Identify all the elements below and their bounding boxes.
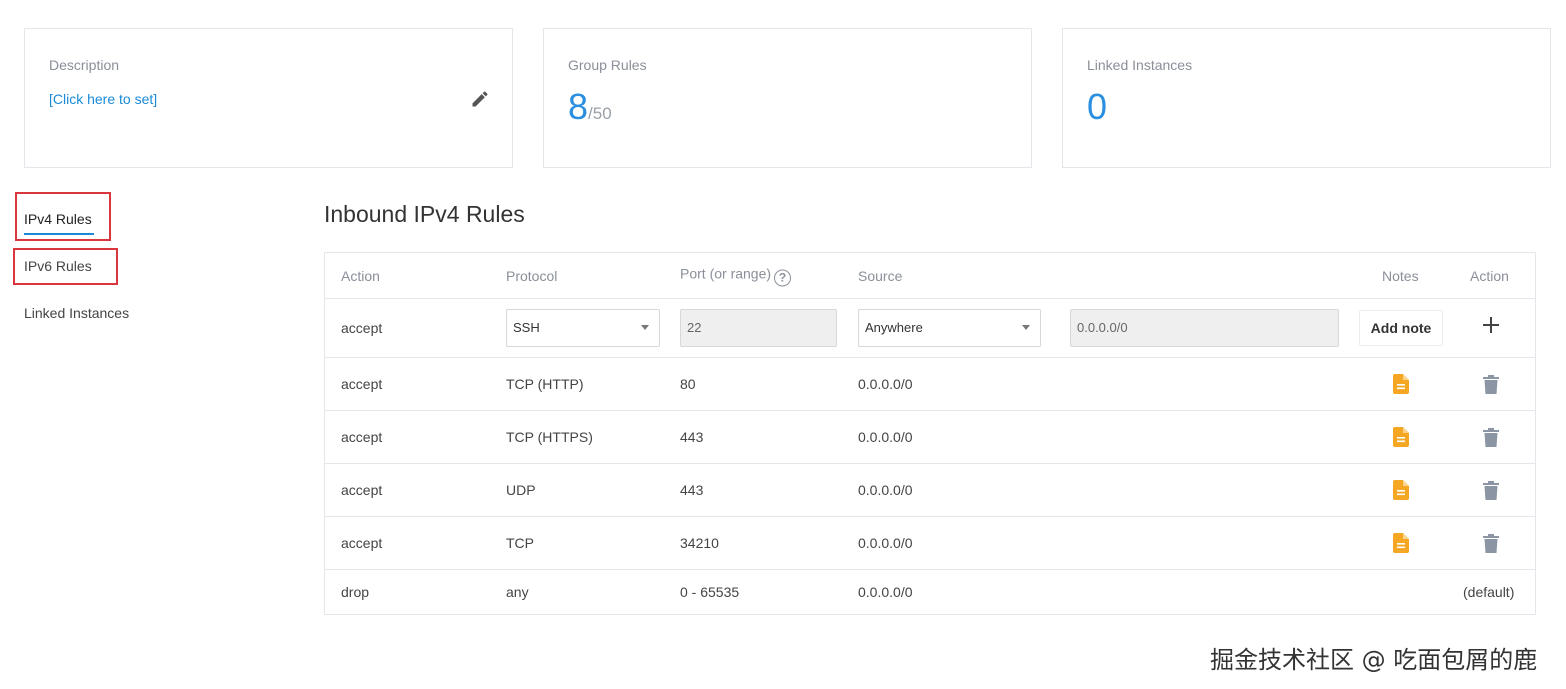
default-protocol: any	[506, 584, 529, 600]
table-header: Action Protocol Port (or range)? Source …	[325, 253, 1535, 299]
rules-table: Action Protocol Port (or range)? Source …	[324, 252, 1536, 615]
header-port-label: Port (or range)	[680, 265, 772, 281]
table-row: accept TCP (HTTP) 80 0.0.0.0/0	[325, 358, 1535, 411]
row-source: 0.0.0.0/0	[858, 482, 913, 498]
row-action: accept	[341, 376, 383, 392]
sidebar-item-linked-instances[interactable]: Linked Instances	[24, 305, 129, 321]
linked-instances-label: Linked Instances	[1087, 57, 1193, 73]
row-protocol: TCP (HTTP)	[506, 376, 584, 392]
table-row: accept TCP (HTTPS) 443 0.0.0.0/0	[325, 411, 1535, 464]
add-note-button[interactable]: Add note	[1359, 310, 1443, 346]
trash-icon[interactable]	[1483, 534, 1499, 553]
default-rule-row: drop any 0 - 65535 0.0.0.0/0 (default)	[325, 570, 1535, 614]
row-action: accept	[341, 535, 383, 551]
note-icon[interactable]	[1393, 427, 1409, 447]
header-action: Action	[341, 267, 380, 284]
pencil-icon[interactable]	[470, 89, 490, 109]
caret-down-icon	[1022, 325, 1030, 330]
row-port: 443	[680, 482, 704, 498]
new-rule-row: accept SSH 22 Anywhere 0.0.0.0/0 Add not…	[325, 299, 1535, 358]
default-action: drop	[341, 584, 370, 600]
watermark: 掘金技术社区 @ 吃面包屑的鹿	[1210, 646, 1538, 674]
protocol-select[interactable]: SSH	[506, 309, 660, 347]
group-rules-label: Group Rules	[568, 57, 647, 73]
plus-icon[interactable]	[1482, 316, 1500, 334]
row-port: 34210	[680, 535, 719, 551]
row-source: 0.0.0.0/0	[858, 535, 913, 551]
group-rules-max: /50	[588, 104, 612, 123]
default-source: 0.0.0.0/0	[858, 584, 913, 600]
sidebar-item-ipv4-rules[interactable]: IPv4 Rules	[24, 211, 92, 227]
trash-icon[interactable]	[1483, 481, 1499, 500]
row-port: 80	[680, 376, 696, 392]
note-icon[interactable]	[1393, 533, 1409, 553]
row-protocol: UDP	[506, 482, 536, 498]
page-title: Inbound IPv4 Rules	[324, 201, 525, 227]
linked-instances-count: 0	[1087, 86, 1108, 127]
sidebar-item-ipv6-rules[interactable]: IPv6 Rules	[24, 258, 92, 274]
header-port: Port (or range)?	[680, 265, 792, 286]
default-label: (default)	[1463, 584, 1515, 600]
source-ip-input: 0.0.0.0/0	[1070, 309, 1339, 347]
help-icon[interactable]: ?	[774, 269, 792, 286]
group-rules-card: Group Rules 8/50	[543, 28, 1032, 168]
description-label: Description	[49, 57, 120, 73]
row-action: accept	[341, 429, 383, 445]
row-port: 443	[680, 429, 704, 445]
description-set-link[interactable]: [Click here to set]	[49, 91, 157, 107]
row-source: 0.0.0.0/0	[858, 429, 913, 445]
row-protocol: TCP (HTTPS)	[506, 429, 593, 445]
header-protocol: Protocol	[506, 267, 558, 284]
row-action: accept	[341, 482, 383, 498]
group-rules-count: 8/50	[568, 87, 612, 134]
header-source: Source	[858, 267, 903, 284]
header-notes: Notes	[1382, 267, 1419, 284]
source-select[interactable]: Anywhere	[858, 309, 1041, 347]
note-icon[interactable]	[1393, 374, 1409, 394]
table-row: accept TCP 34210 0.0.0.0/0	[325, 517, 1535, 570]
active-tab-indicator	[24, 233, 94, 235]
new-rule-action: accept	[341, 320, 383, 336]
trash-icon[interactable]	[1483, 428, 1499, 447]
protocol-select-value: SSH	[513, 320, 540, 335]
group-rules-value: 8	[568, 86, 589, 127]
description-card: Description [Click here to set]	[24, 28, 513, 168]
note-icon[interactable]	[1393, 480, 1409, 500]
default-port: 0 - 65535	[680, 584, 740, 600]
caret-down-icon	[641, 325, 649, 330]
port-input: 22	[680, 309, 837, 347]
trash-icon[interactable]	[1483, 375, 1499, 394]
header-action-col: Action	[1470, 267, 1509, 284]
table-row: accept UDP 443 0.0.0.0/0	[325, 464, 1535, 517]
source-select-value: Anywhere	[865, 320, 923, 335]
row-source: 0.0.0.0/0	[858, 376, 913, 392]
linked-instances-card: Linked Instances 0	[1062, 28, 1551, 168]
row-protocol: TCP	[506, 535, 534, 551]
